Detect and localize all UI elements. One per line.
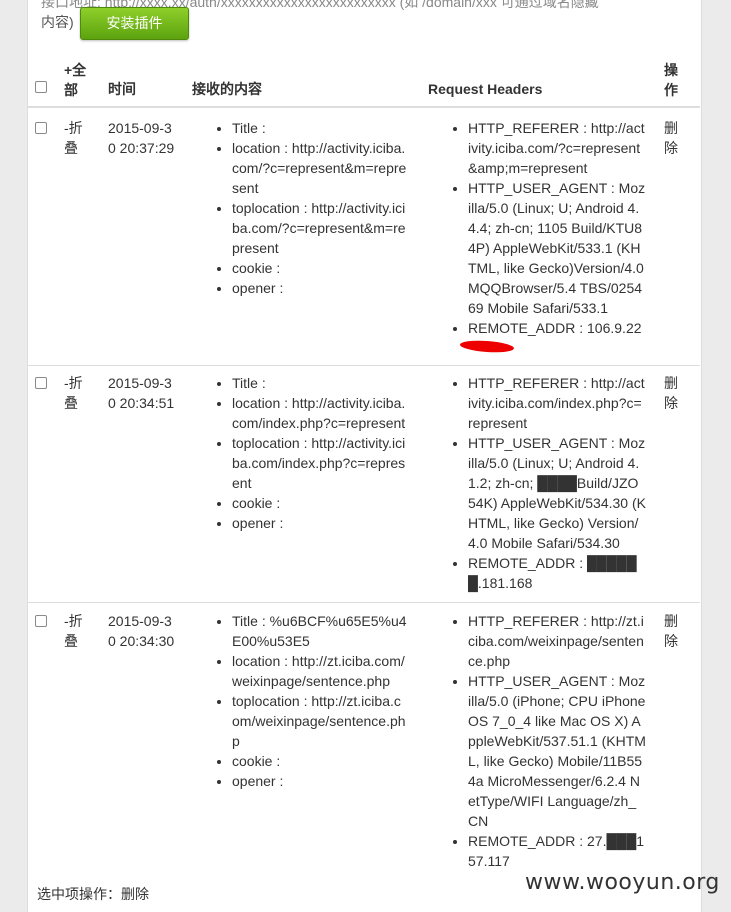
- delete-link[interactable]: 删除: [664, 373, 682, 413]
- received-content-list: Title : location : http://activity.iciba…: [210, 373, 408, 533]
- select-all-checkbox[interactable]: [35, 81, 47, 93]
- hint-line-2: 内容): [41, 14, 74, 30]
- delete-link[interactable]: 删除: [664, 611, 682, 651]
- expand-all-toggle[interactable]: +全部: [64, 60, 94, 100]
- bulk-actions-label: 选中项操作：: [37, 886, 121, 902]
- content-item: cookie :: [232, 751, 408, 771]
- table-row: -折叠 2015-09-30 20:34:30 Title : %u6BCF%u…: [27, 603, 700, 875]
- header-item: REMOTE_ADDR : 106.9.22: [468, 318, 646, 338]
- table-header: +全部 时间 接收的内容 Request Headers 操作: [27, 52, 700, 108]
- fold-toggle[interactable]: -折叠: [64, 118, 94, 158]
- install-plugin-button[interactable]: 安装插件: [80, 7, 189, 40]
- content-item: opener :: [232, 513, 408, 533]
- row-time: 2015-09-30 20:34:30: [108, 613, 175, 649]
- row-time: 2015-09-30 20:34:51: [108, 375, 175, 411]
- content-item: cookie :: [232, 493, 408, 513]
- received-content-list: Title : location : http://activity.iciba…: [210, 118, 408, 298]
- header-item: HTTP_REFERER : http://activity.iciba.com…: [468, 373, 646, 433]
- header-item: HTTP_REFERER : http://activity.iciba.com…: [468, 118, 646, 178]
- bulk-delete-link[interactable]: 删除: [121, 886, 149, 902]
- header-item: REMOTE_ADDR : ██████.181.168: [468, 553, 646, 593]
- header-item: REMOTE_ADDR : 27.███157.117: [468, 831, 646, 871]
- time-column-header: 时间: [108, 81, 136, 97]
- delete-link[interactable]: 删除: [664, 118, 682, 158]
- row-time: 2015-09-30 20:37:29: [108, 120, 175, 156]
- content-item: Title :: [232, 118, 408, 138]
- content-item: Title : %u6BCF%u65E5%u4E00%u53E5: [232, 611, 408, 651]
- content-item: opener :: [232, 278, 408, 298]
- header-item: HTTP_USER_AGENT : Mozilla/5.0 (Linux; U;…: [468, 178, 646, 318]
- request-headers-list: HTTP_REFERER : http://activity.iciba.com…: [446, 373, 646, 593]
- redaction-mark: [459, 339, 515, 354]
- content-item: Title :: [232, 373, 408, 393]
- content-item: location : http://zt.iciba.com/weixinpag…: [232, 651, 408, 691]
- row-checkbox[interactable]: [35, 122, 47, 134]
- row-checkbox[interactable]: [35, 377, 47, 389]
- request-headers-list: HTTP_REFERER : http://activity.iciba.com…: [446, 118, 646, 338]
- content-item: toplocation : http://activity.iciba.com/…: [232, 433, 408, 493]
- header-item: HTTP_USER_AGENT : Mozilla/5.0 (Linux; U;…: [468, 433, 646, 553]
- table-row: -折叠 2015-09-30 20:37:29 Title : location…: [27, 108, 700, 366]
- content-item: opener :: [232, 771, 408, 791]
- row-checkbox[interactable]: [35, 615, 47, 627]
- bulk-actions: 选中项操作：删除: [37, 884, 149, 904]
- content-item: toplocation : http://zt.iciba.com/weixin…: [232, 691, 408, 751]
- table-row: -折叠 2015-09-30 20:34:51 Title : location…: [27, 366, 700, 603]
- fold-toggle[interactable]: -折叠: [64, 611, 94, 651]
- received-content-list: Title : %u6BCF%u65E5%u4E00%u53E5 locatio…: [210, 611, 408, 791]
- content-item: location : http://activity.iciba.com/?c=…: [232, 138, 408, 198]
- header-item: HTTP_USER_AGENT : Mozilla/5.0 (iPhone; C…: [468, 671, 646, 831]
- content-column-header: 接收的内容: [192, 81, 262, 97]
- content-item: cookie :: [232, 258, 408, 278]
- watermark: www.wooyun.org: [525, 870, 720, 895]
- content-item: toplocation : http://activity.iciba.com/…: [232, 198, 408, 258]
- content-item: location : http://activity.iciba.com/ind…: [232, 393, 408, 433]
- fold-toggle[interactable]: -折叠: [64, 373, 94, 413]
- request-headers-list: HTTP_REFERER : http://zt.iciba.com/weixi…: [446, 611, 646, 871]
- request-headers-column-header: Request Headers: [428, 81, 543, 97]
- header-item: HTTP_REFERER : http://zt.iciba.com/weixi…: [468, 611, 646, 671]
- actions-column-header: 操作: [664, 62, 678, 98]
